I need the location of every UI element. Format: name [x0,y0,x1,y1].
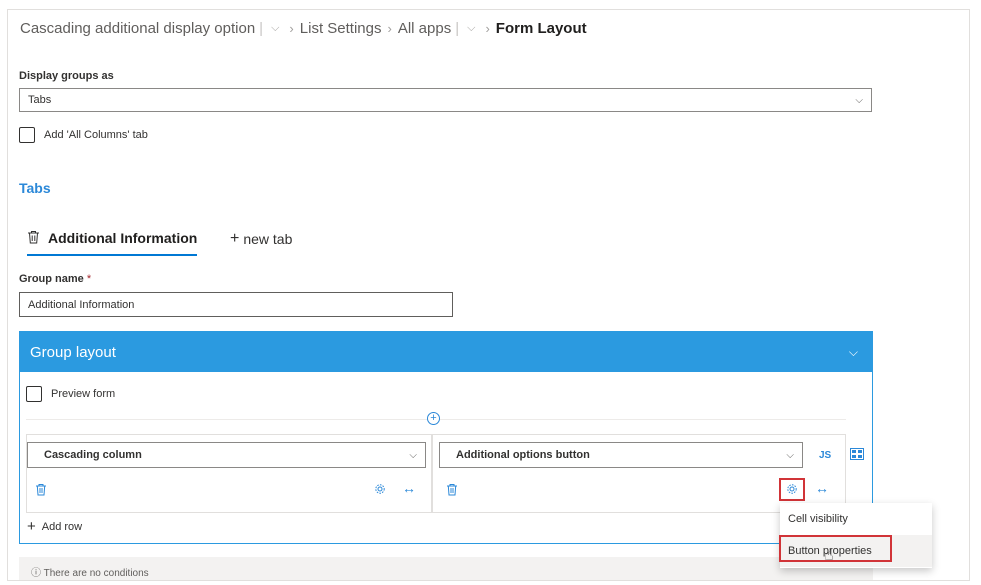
trash-icon[interactable] [446,483,458,499]
breadcrumb: Cascading additional display option | ⌵ … [20,18,587,38]
trash-icon[interactable] [27,230,40,247]
info-icon: ⓘ [31,568,41,579]
tabs-section-title: Tabs [19,180,51,196]
all-columns-label: Add 'All Columns' tab [44,129,148,141]
plus-icon: + [230,230,240,247]
group-name-label-text: Group name [19,273,84,285]
plus-icon: + [27,518,36,535]
chevron-down-icon: ⌵ [855,94,863,106]
group-name-value: Additional Information [28,298,135,311]
new-tab-button[interactable]: + new tab [230,226,292,256]
chevron-down-icon: ⌵ [409,449,417,461]
cell-2-field-select[interactable]: Additional options button ⌵ [439,442,803,468]
preview-form-label: Preview form [51,388,116,400]
cell-1-field-value: Cascading column [44,449,142,461]
display-groups-label: Display groups as [19,70,114,82]
conditions-text: There are no conditions [43,568,149,579]
resize-horizontal-icon[interactable]: ↔ [815,481,829,495]
preview-form-checkbox[interactable] [26,386,42,402]
hand-cursor-icon: ☝ [824,547,834,564]
breadcrumb-all-apps[interactable]: All apps [398,20,451,37]
chevron-down-icon[interactable]: ⌵ [849,345,858,360]
breadcrumb-divider: | [455,19,460,37]
group-name-input[interactable]: Additional Information [19,292,453,317]
cell-1-field-select[interactable]: Cascading column ⌵ [27,442,426,468]
menu-item-cell-visibility[interactable]: Cell visibility [780,503,932,535]
display-groups-value: Tabs [28,94,52,106]
gear-icon[interactable] [374,483,386,498]
tab-label: Additional Information [48,230,198,246]
new-tab-label: new tab [243,231,293,247]
required-mark: * [86,273,92,285]
button-properties-highlight [779,535,892,562]
add-row-button[interactable]: + Add row [27,518,82,535]
js-button[interactable]: JS [819,450,831,461]
form-layout-page: Cascading additional display option | ⌵ … [7,9,970,581]
chevron-right-icon: › [289,20,294,36]
breadcrumb-current: Form Layout [495,19,587,37]
chevron-down-icon: ⌵ [786,449,794,461]
display-groups-select[interactable]: Tabs ⌵ [19,88,872,112]
resize-horizontal-icon[interactable]: ↔ [402,481,416,495]
chevron-down-icon[interactable]: ⌵ [271,22,279,35]
breadcrumb-site[interactable]: Cascading additional display option [20,20,255,37]
cell-2-field-value: Additional options button [456,449,590,461]
group-layout-header[interactable]: Group layout ⌵ [20,332,872,372]
group-name-label: Group name * [19,273,91,285]
conditions-bar: ⓘ There are no conditions [19,557,873,580]
tab-additional-information[interactable]: Additional Information [27,226,198,256]
column-layout-icon[interactable] [850,448,864,463]
all-columns-row[interactable]: Add 'All Columns' tab [19,127,148,143]
group-layout-title: Group layout [30,343,116,361]
chevron-down-icon[interactable]: ⌵ [467,22,475,35]
breadcrumb-divider: | [259,19,264,37]
breadcrumb-list-settings[interactable]: List Settings [300,20,382,37]
gear-highlight [779,478,805,501]
chevron-right-icon: › [485,20,490,36]
add-row-above-icon[interactable]: + [427,412,440,425]
add-row-label: Add row [41,520,83,533]
trash-icon[interactable] [35,483,47,499]
chevron-right-icon: › [387,20,392,36]
preview-form-row[interactable]: Preview form [26,386,115,402]
all-columns-checkbox[interactable] [19,127,35,143]
